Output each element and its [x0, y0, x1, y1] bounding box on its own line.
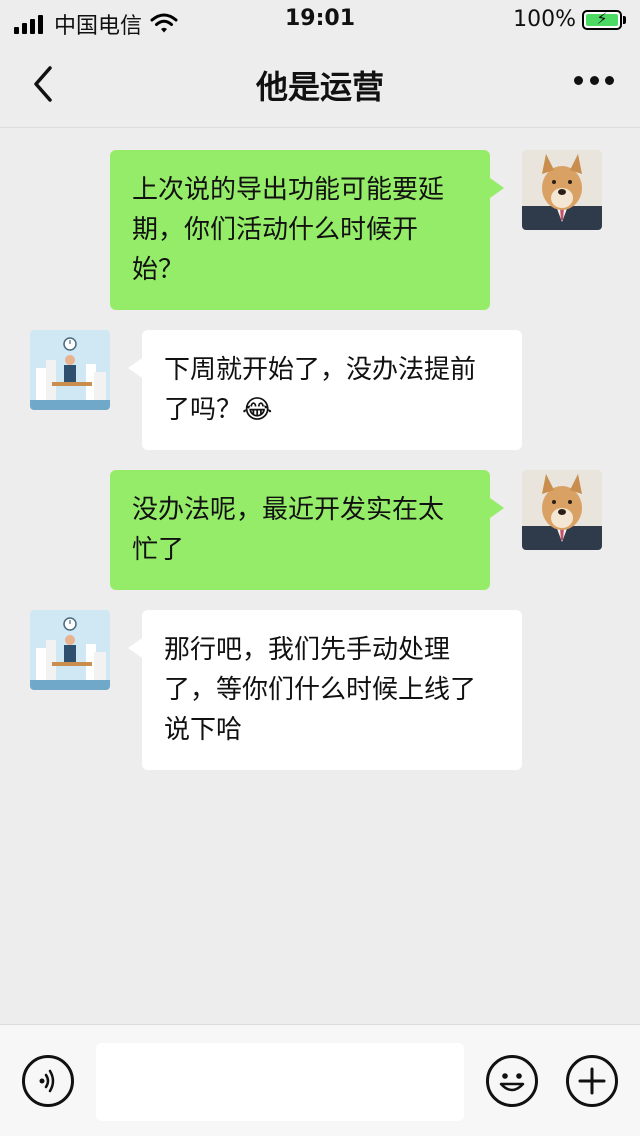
voice-waves-glyph: [39, 1069, 55, 1093]
outgoing-bubble[interactable]: 上次说的导出功能可能要延期，你们活动什么时候开始？: [110, 150, 504, 310]
message-row: 上次说的导出功能可能要延期，你们活动什么时候开始？: [0, 150, 640, 310]
office-worker-avatar-image: [30, 610, 110, 690]
message-text: 没办法呢，最近开发实在太忙了: [132, 495, 445, 565]
my-avatar[interactable]: [522, 150, 602, 230]
battery-percent: 100%: [513, 7, 576, 32]
incoming-bubble[interactable]: 那行吧，我们先手动处理了，等你们什么时候上线了说下哈: [128, 610, 522, 770]
dog-avatar-image: [522, 470, 602, 550]
plus-glyph: [578, 1067, 606, 1095]
chat-title: 他是运营: [255, 68, 384, 106]
input-bar: [0, 1024, 640, 1136]
incoming-bubble[interactable]: 下周就开始了，没办法提前了吗？😂: [128, 330, 522, 450]
my-avatar[interactable]: [522, 470, 602, 550]
contact-avatar[interactable]: [30, 610, 110, 690]
message-text: 下周就开始了，没办法提前了吗？😂: [164, 355, 477, 425]
plus-icon[interactable]: [566, 1055, 618, 1107]
chat-area[interactable]: 上次说的导出功能可能要延期，你们活动什么时候开始？ 下周就开始了，没办法提前了吗…: [0, 128, 640, 1024]
status-bar: 中国电信 19:01 100% ⚡: [0, 0, 640, 40]
smiley-glyph: [499, 1073, 525, 1092]
battery-cap: [623, 15, 626, 24]
contact-avatar[interactable]: [30, 330, 110, 410]
message-row: 没办法呢，最近开发实在太忙了: [0, 470, 640, 590]
dog-avatar-image: [522, 150, 602, 230]
office-worker-avatar-image: [30, 330, 110, 410]
more-dots-icon[interactable]: [574, 76, 614, 90]
message-text: 那行吧，我们先手动处理了，等你们什么时候上线了说下哈: [164, 635, 477, 745]
outgoing-bubble[interactable]: 没办法呢，最近开发实在太忙了: [110, 470, 504, 590]
battery-icon: ⚡: [582, 8, 622, 30]
message-input[interactable]: [96, 1043, 464, 1121]
status-right: 100% ⚡: [513, 7, 626, 32]
message-row: 下周就开始了，没办法提前了吗？😂: [0, 330, 640, 450]
message-text: 上次说的导出功能可能要延期，你们活动什么时候开始？: [132, 175, 445, 285]
nav-bar: 他是运营: [0, 40, 640, 128]
voice-icon[interactable]: [22, 1055, 74, 1107]
emoji-icon[interactable]: [486, 1055, 538, 1107]
charging-bolt-icon: ⚡: [596, 8, 608, 28]
message-row: 那行吧，我们先手动处理了，等你们什么时候上线了说下哈: [0, 610, 640, 770]
